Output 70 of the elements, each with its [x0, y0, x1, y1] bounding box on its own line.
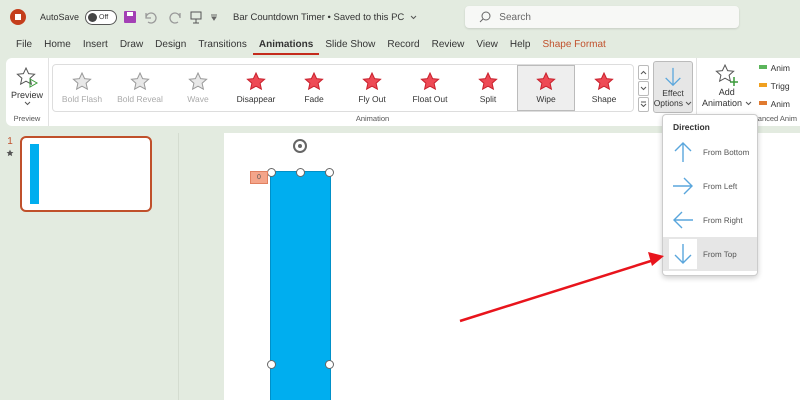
star-icon — [246, 72, 266, 91]
animation-marker-icon — [6, 149, 14, 157]
star-play-icon — [15, 66, 39, 90]
ribbon-tab[interactable]: Draw — [114, 35, 150, 55]
star-icon — [594, 72, 614, 91]
caret-icon — [685, 101, 692, 106]
advanced-animation-item[interactable]: Anim — [758, 97, 790, 111]
search-icon — [479, 11, 492, 23]
star-icon — [362, 72, 382, 91]
animation-option[interactable]: Shape — [575, 65, 634, 111]
star-icon — [72, 72, 92, 91]
add-animation-button[interactable]: Add Animation — [700, 61, 754, 111]
save-icon[interactable] — [123, 10, 138, 24]
ribbon-tab[interactable]: Review — [426, 35, 470, 55]
ribbon-tab[interactable]: Insert — [76, 35, 114, 55]
menu-item[interactable]: From Top — [663, 237, 757, 271]
preview-button[interactable]: Preview — [9, 64, 46, 108]
ribbon-tab[interactable]: Home — [38, 35, 77, 55]
advanced-animation-item[interactable]: Trigg — [758, 79, 790, 93]
document-title[interactable]: Bar Countdown Timer • Saved to this PC — [233, 12, 404, 22]
expand-icon — [640, 101, 648, 107]
ribbon-tab[interactable]: Animations — [252, 35, 320, 55]
ribbon-tab[interactable]: Design — [149, 35, 192, 55]
slide-number: 1 — [7, 136, 13, 147]
caret-icon — [24, 100, 30, 106]
caret-up-icon — [640, 70, 648, 74]
ribbon-tab[interactable]: File — [10, 35, 38, 55]
resize-handle[interactable] — [267, 168, 276, 177]
scroll-up-button[interactable] — [638, 64, 650, 80]
slide-thumbnail[interactable] — [20, 136, 152, 212]
ribbon-tab[interactable]: Record — [381, 35, 426, 55]
caret-icon — [744, 101, 752, 106]
app-logo-icon — [10, 9, 26, 25]
ribbon-tab[interactable]: Shape Format — [536, 35, 612, 55]
more-button[interactable] — [638, 96, 650, 112]
resize-handle[interactable] — [325, 360, 334, 369]
ribbon-tab[interactable]: Slide Show — [319, 35, 382, 55]
animation-option[interactable]: Split — [459, 65, 518, 111]
animation-option[interactable]: Disappear — [227, 65, 286, 111]
menu-item[interactable]: From Right — [663, 203, 757, 237]
customize-icon[interactable] — [209, 12, 220, 22]
menu-item[interactable]: From Bottom — [663, 135, 757, 169]
ribbon-tab[interactable]: View — [470, 35, 504, 55]
caret-down-icon — [640, 86, 648, 90]
ribbon-tab[interactable]: Transitions — [192, 35, 253, 55]
star-icon — [420, 72, 440, 91]
rotate-handle-icon[interactable] — [292, 138, 308, 154]
search-field[interactable]: Search — [465, 6, 740, 28]
menu-title: Direction — [672, 121, 711, 134]
animation-option[interactable]: Float Out — [401, 65, 460, 111]
star-plus-icon — [714, 63, 739, 88]
star-icon — [536, 72, 556, 91]
ribbon-tab[interactable]: Help — [504, 35, 536, 55]
advanced-animation-item[interactable]: Anim — [758, 61, 790, 75]
scroll-down-button[interactable] — [638, 80, 650, 96]
menu-item[interactable]: From Left — [663, 169, 757, 203]
resize-handle[interactable] — [267, 360, 276, 369]
resize-handle[interactable] — [296, 168, 305, 177]
animation-option[interactable]: Fade — [285, 65, 344, 111]
animation-option[interactable]: Wipe — [517, 65, 576, 111]
present-icon[interactable] — [189, 10, 204, 24]
star-icon — [478, 72, 498, 91]
autosave-label: AutoSave — [40, 12, 80, 22]
chevron-icon — [410, 14, 418, 20]
resize-handle[interactable] — [325, 168, 334, 177]
animation-option[interactable]: Fly Out — [343, 65, 402, 111]
star-icon — [304, 72, 324, 91]
star-icon — [188, 72, 208, 91]
effect-options-button[interactable]: Effect Options — [653, 61, 694, 113]
star-icon — [130, 72, 150, 91]
